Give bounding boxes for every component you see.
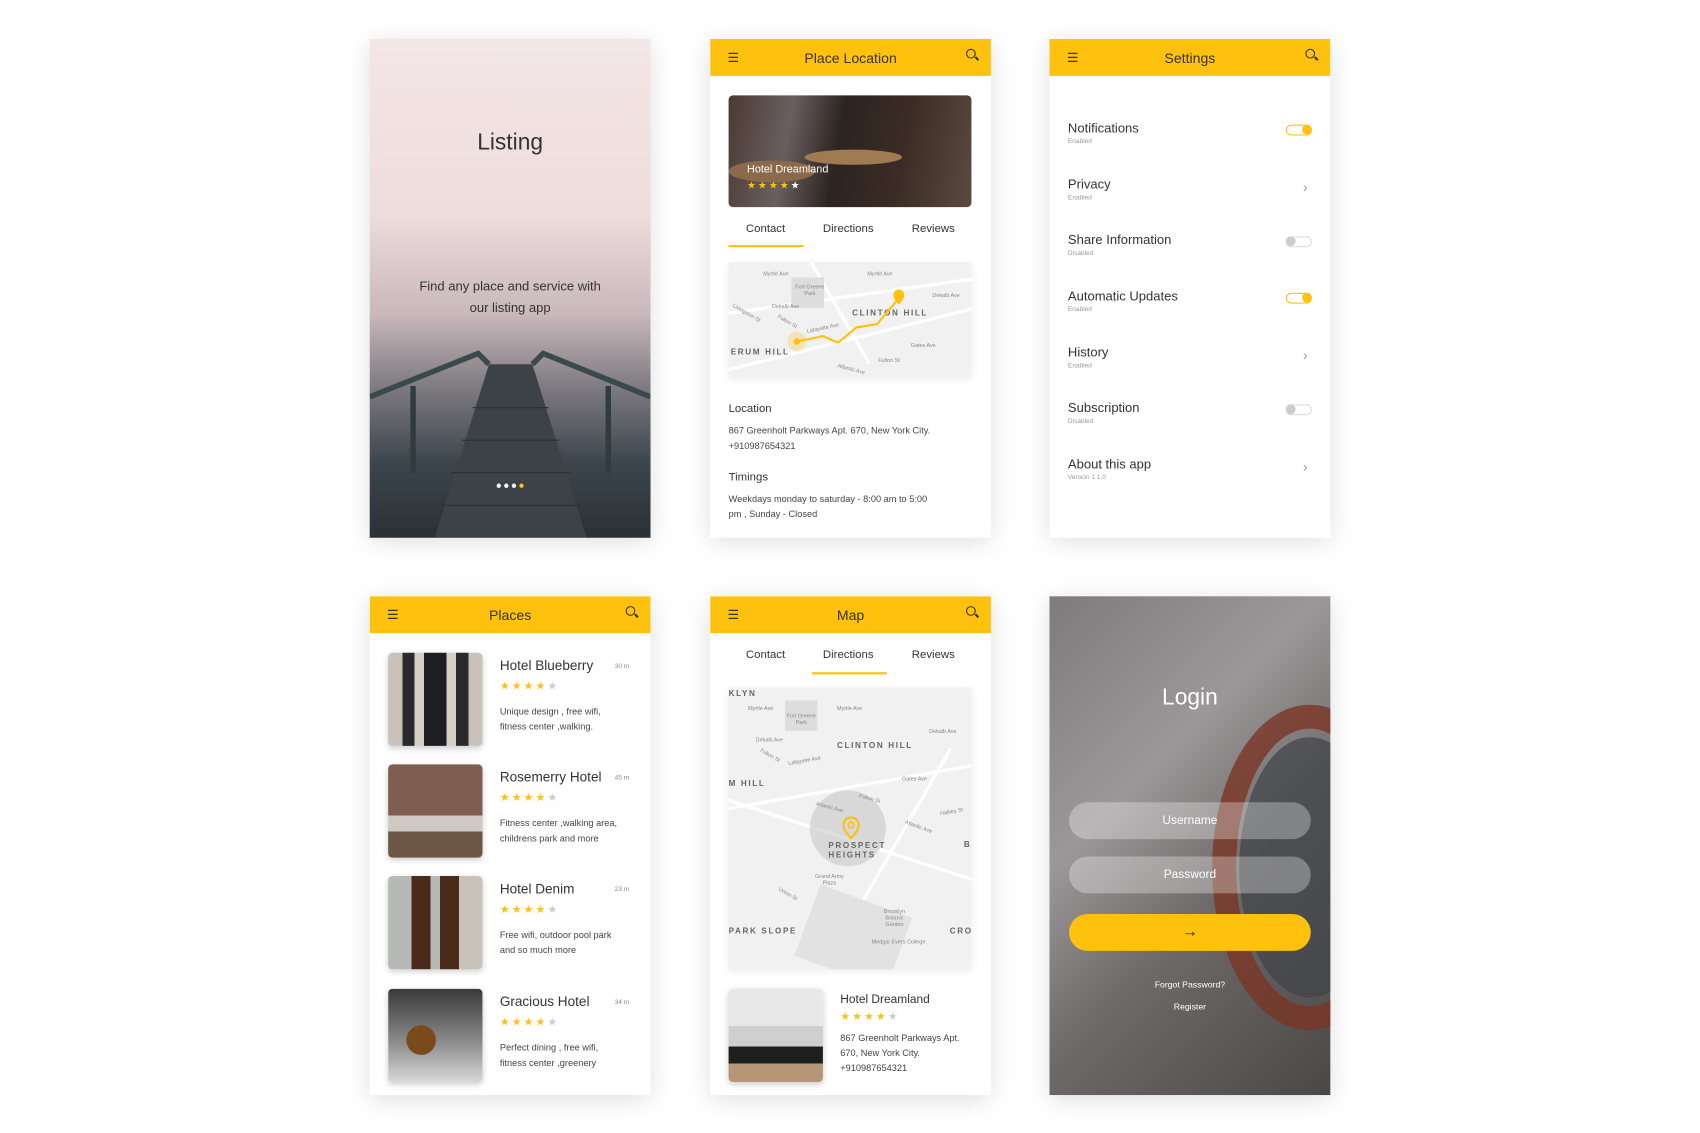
toggle-off[interactable] [1285, 236, 1312, 248]
setting-history[interactable]: History Enabled › [1068, 345, 1312, 370]
hamburger-icon[interactable]: ☰ [727, 50, 739, 65]
search-icon[interactable] [966, 48, 976, 59]
place-result-card[interactable]: Hotel Dreamland ★★★★★ 867 Greenholt Park… [710, 988, 991, 1087]
hotel-hero-image: Hotel Dreamland ★★★★★ [728, 95, 972, 208]
search-icon[interactable] [1305, 48, 1316, 59]
page-dot[interactable] [496, 483, 501, 488]
setting-about[interactable]: About this app Version 1.1.0 › [1068, 456, 1312, 481]
search-icon[interactable] [966, 606, 976, 616]
chevron-right-icon[interactable]: › [1303, 347, 1308, 363]
map-pin-icon[interactable] [840, 815, 862, 841]
active-tab-indicator [812, 672, 887, 675]
tab-contact[interactable]: Contact [746, 648, 785, 661]
route-line [787, 289, 905, 352]
tab-directions[interactable]: Directions [823, 648, 874, 661]
hamburger-icon[interactable]: ☰ [387, 607, 399, 622]
page-dot[interactable] [511, 483, 517, 488]
login-screen: Login Username Password → Forgot Passwor… [1049, 596, 1331, 1096]
forgot-password-link[interactable]: Forgot Password? [1050, 980, 1331, 990]
rating-stars: ★★★★★ [499, 1016, 560, 1029]
arrow-right-icon: → [1181, 922, 1199, 942]
boardwalk-image [369, 350, 651, 538]
settings-screen: ☰ Settings Notifications Enabled Privacy En… [1049, 39, 1331, 538]
hotel-image [388, 764, 483, 858]
rating-stars: ★★★★★ [499, 792, 560, 805]
header-title: Place Location [804, 49, 897, 66]
password-input[interactable]: Password [1069, 856, 1311, 894]
page-dot-active[interactable] [519, 483, 524, 488]
tab-bar: Contact Directions Reviews [729, 648, 972, 681]
rating-stars: ★★★★★ [499, 904, 560, 917]
tab-reviews[interactable]: Reviews [912, 648, 955, 661]
header-title: Places [488, 606, 532, 623]
header-title: Settings [1164, 49, 1216, 66]
tab-contact[interactable]: Contact [746, 222, 785, 235]
search-icon[interactable] [625, 606, 636, 616]
register-link[interactable]: Register [1050, 1002, 1331, 1012]
hamburger-icon[interactable]: ☰ [727, 607, 739, 622]
location-details: 867 Greenholt Parkways Apt. 670, New Yor… [729, 423, 931, 453]
hamburger-icon[interactable]: ☰ [1067, 50, 1079, 65]
setting-share-information[interactable]: Share Information Disabled [1068, 232, 1312, 257]
toggle-on[interactable] [1285, 292, 1312, 304]
active-tab-indicator [728, 245, 804, 248]
hero-hotel-name: Hotel Dreamland [747, 163, 829, 176]
page-indicator[interactable] [496, 483, 524, 488]
username-input[interactable]: Username [1069, 802, 1311, 840]
place-item[interactable]: Hotel Blueberry 30 m ★★★★★ Unique design… [370, 652, 651, 753]
chevron-right-icon[interactable]: › [1303, 179, 1308, 195]
location-label: Location [728, 402, 772, 416]
toggle-on[interactable] [1285, 124, 1312, 136]
place-item[interactable]: Hotel Denim 23 m ★★★★★ Free wifi, outdoo… [370, 876, 651, 976]
toggle-off[interactable] [1285, 404, 1312, 416]
header: ☰ Settings [1049, 39, 1331, 76]
listing-title: Listing [477, 130, 544, 156]
map-screen: ☰ Map Contact Directions Reviews KLYN Myr… [710, 596, 991, 1096]
listing-screen: Listing Find any place and service with o… [369, 39, 651, 538]
hotel-image [388, 988, 483, 1083]
header-title: Map [836, 606, 865, 623]
login-submit-button[interactable]: → [1069, 913, 1311, 951]
setting-subscription[interactable]: Subscription Disabled [1068, 400, 1312, 425]
places-screen: ☰ Places Hotel Blueberry 30 m ★★★★★ Uniqu… [369, 596, 651, 1096]
place-item[interactable]: Gracious Hotel 34 m ★★★★★ Perfect dining… [370, 988, 651, 1089]
rating-stars: ★★★★★ [840, 1011, 900, 1024]
hotel-image [728, 988, 823, 1083]
tab-directions[interactable]: Directions [823, 222, 874, 235]
area-map[interactable]: KLYN Myrtle Ave Myrtle Ave Fort Greene P… [728, 687, 972, 970]
header: ☰ Places [369, 596, 651, 634]
tab-reviews[interactable]: Reviews [912, 222, 955, 235]
route-map[interactable]: Myrtle Ave Myrtle Ave Fort Greene Park D… [728, 262, 972, 378]
place-item[interactable]: Rosemerry Hotel 45 m ★★★★★ Fitness cente… [370, 764, 651, 864]
chevron-right-icon[interactable]: › [1303, 459, 1308, 475]
place-location-screen: ☰ Place Location Hotel Dreamland ★★★★★ Co… [710, 39, 991, 538]
header: ☰ Place Location [710, 39, 991, 76]
timings-details: Weekdays monday to saturday - 8:00 am to… [728, 493, 928, 520]
rating-stars: ★★★★★ [499, 680, 560, 693]
tab-bar: Contact Directions Reviews [728, 222, 972, 255]
login-title: Login [1162, 685, 1218, 711]
timings-label: Timings [728, 470, 769, 484]
rating-stars: ★★★★★ [747, 179, 802, 191]
hotel-image [388, 876, 483, 970]
setting-privacy[interactable]: Privacy Enabled › [1068, 177, 1312, 202]
setting-automatic-updates[interactable]: Automatic Updates Enabled [1068, 288, 1312, 313]
setting-notifications[interactable]: Notifications Enabled [1068, 120, 1312, 145]
hotel-image [388, 652, 483, 746]
header: ☰ Map [710, 596, 991, 634]
page-dot[interactable] [504, 483, 509, 488]
listing-subtitle: Find any place and service with our listi… [419, 278, 601, 316]
phone-link[interactable]: +910987654321 [729, 438, 931, 453]
